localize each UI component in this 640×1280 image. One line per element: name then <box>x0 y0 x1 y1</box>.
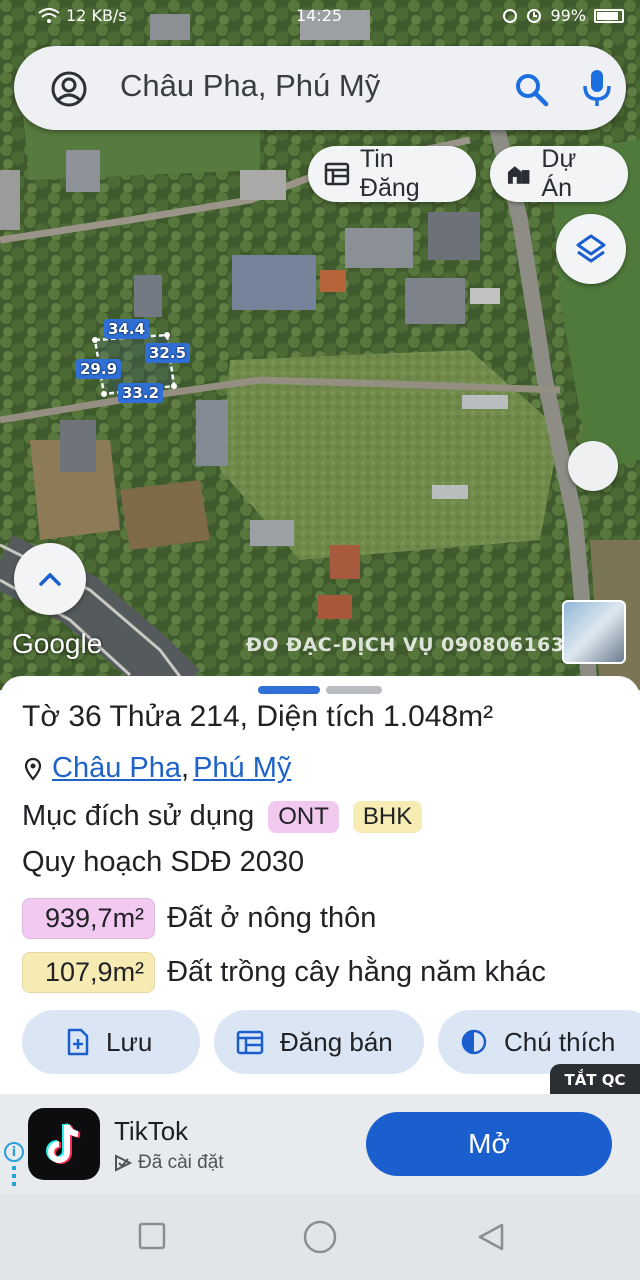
mic-icon[interactable] <box>580 68 614 108</box>
home-icon[interactable] <box>303 1220 337 1254</box>
battery-level: 99% <box>550 6 586 25</box>
network-speed: 12 KB/s <box>66 6 127 25</box>
installed-icon <box>115 1154 132 1172</box>
search-query[interactable]: Châu Pha, Phú Mỹ <box>120 68 380 104</box>
land-use-tag: BHK <box>352 800 423 833</box>
ward-link[interactable]: Châu Pha <box>52 752 181 785</box>
ad-banner[interactable]: i TikTok Đã cài đặt Mở <box>0 1094 640 1194</box>
parcel-info-sheet: Tờ 36 Thửa 214, Diện tích 1.048m² Châu P… <box>0 676 640 1096</box>
account-icon[interactable] <box>50 70 88 108</box>
layers-icon <box>576 234 606 263</box>
street-view-thumbnail[interactable] <box>562 600 626 664</box>
watermark: ĐO ĐẠC-DỊCH VỤ 0908061636 <box>246 634 579 656</box>
projects-chip[interactable]: Dự Án <box>490 145 628 202</box>
status-bar: 12 KB/s 14:25 99% <box>0 0 640 34</box>
contrast-icon <box>461 1029 487 1055</box>
layers-button[interactable] <box>556 214 626 284</box>
tiktok-app-icon[interactable] <box>28 1108 100 1180</box>
clock: 14:25 <box>296 6 343 25</box>
back-icon[interactable] <box>476 1222 506 1252</box>
buildings-icon <box>507 166 530 184</box>
land-use-tag: ONT <box>268 800 339 833</box>
chevron-up-icon <box>39 572 61 586</box>
land-use-row: Mục đích sử dụng ONT BHK <box>22 800 423 833</box>
parcel-edge-top: 34.4 <box>104 319 150 339</box>
location-separator: , <box>181 752 190 784</box>
location-pin-icon <box>24 757 42 781</box>
ad-installed-status: Đã cài đặt <box>114 1152 224 1174</box>
parcel-title: Tờ 36 Thửa 214, Diện tích 1.048m² <box>22 700 494 733</box>
search-icon[interactable] <box>514 72 550 108</box>
sheet-handle-active[interactable] <box>258 686 320 694</box>
calendar-icon <box>236 1030 264 1055</box>
ad-app-name: TikTok <box>114 1116 189 1146</box>
parcel-edge-left: 29.9 <box>76 359 122 379</box>
legend-label: Chú thích <box>504 1026 616 1057</box>
area-value: 107,9m² <box>22 952 156 993</box>
parcel-edge-bottom: 33.2 <box>118 383 164 403</box>
close-ad-button[interactable]: TẮT QC <box>550 1064 640 1096</box>
tiktok-icon <box>46 1123 81 1164</box>
ad-dots <box>12 1166 16 1188</box>
wifi-icon <box>38 7 60 23</box>
save-label: Lưu <box>106 1026 153 1057</box>
projects-chip-label: Dự Án <box>541 145 577 202</box>
ad-installed-label: Đã cài đặt <box>138 1152 224 1173</box>
map-view[interactable]: 34.4 32.5 29.9 33.2 12 KB/s 14:25 99% Ch… <box>0 0 640 690</box>
battery-icon <box>594 8 624 23</box>
add-document-icon <box>67 1028 89 1056</box>
search-bar[interactable]: Châu Pha, Phú Mỹ <box>14 46 626 130</box>
open-app-button[interactable]: Mở <box>366 1112 612 1176</box>
post-for-sale-label: Đăng bán <box>280 1026 393 1057</box>
google-logo: Google <box>12 628 103 659</box>
land-use-label: Mục đích sử dụng <box>22 800 255 832</box>
area-row: 107,9m² Đất trồng cây hằng năm khác <box>22 952 546 993</box>
area-value: 939,7m² <box>22 898 156 939</box>
ad-info-icon[interactable]: i <box>4 1142 24 1162</box>
news-chip[interactable]: Tin Đăng <box>308 145 476 202</box>
alarm-icon <box>503 8 518 23</box>
system-navigation-bar <box>0 1194 640 1280</box>
location-row: Châu Pha, Phú Mỹ <box>24 752 291 785</box>
area-row: 939,7m² Đất ở nông thôn <box>22 898 376 939</box>
listings-icon <box>324 162 350 186</box>
town-link[interactable]: Phú Mỹ <box>193 752 291 785</box>
sheet-handle-inactive[interactable] <box>326 686 382 694</box>
post-for-sale-button[interactable]: Đăng bán <box>214 1010 424 1074</box>
map-handle-button[interactable] <box>568 441 618 491</box>
clock-icon <box>527 8 542 23</box>
area-label: Đất ở nông thôn <box>167 902 377 934</box>
save-button[interactable]: Lưu <box>22 1010 200 1074</box>
parcel-edge-right: 32.5 <box>145 343 191 363</box>
recents-icon[interactable] <box>138 1222 166 1250</box>
news-chip-label: Tin Đăng <box>359 145 420 202</box>
expand-up-button[interactable] <box>14 543 86 615</box>
area-label: Đất trồng cây hằng năm khác <box>167 956 546 988</box>
plan-title: Quy hoạch SDĐ 2030 <box>22 846 305 878</box>
